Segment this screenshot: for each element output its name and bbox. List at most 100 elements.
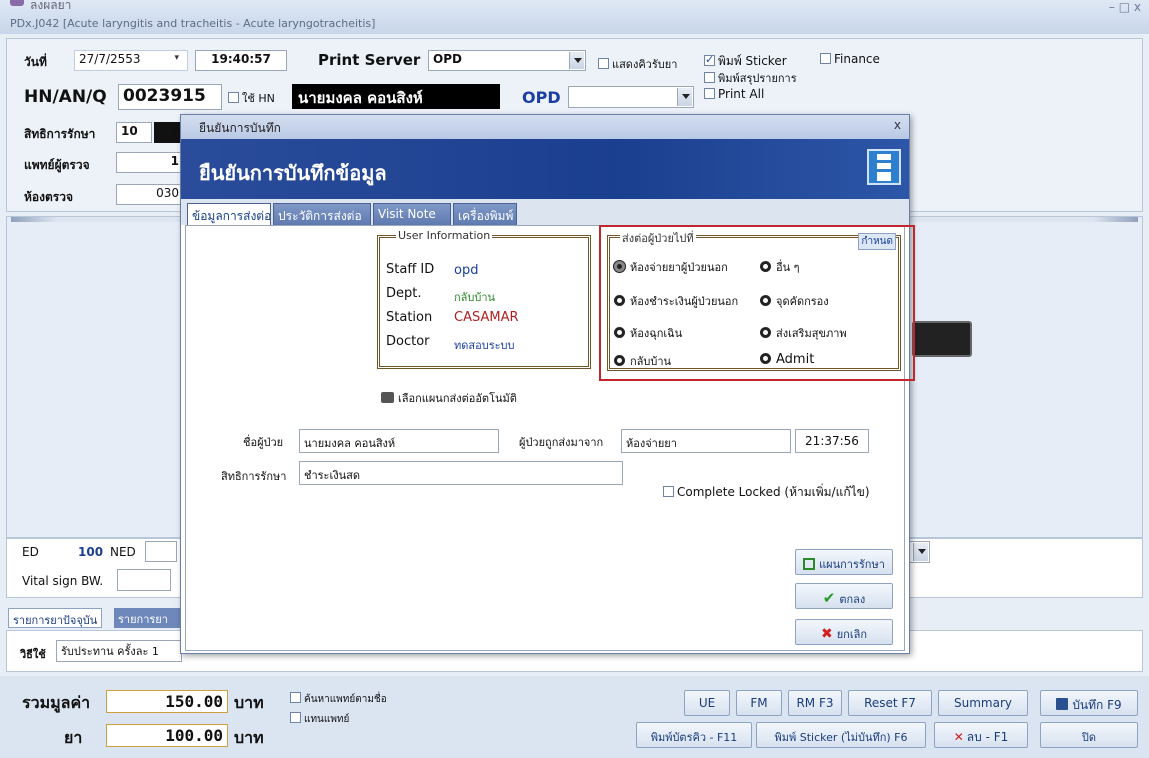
rights-label: สิทธิการรักษา [24,127,96,141]
floppy-icon [1056,698,1069,710]
tab-visit-note[interactable]: Visit Note [373,203,451,225]
tab-forward-history[interactable]: ประวัติการส่งต่อ [273,203,371,225]
forward-option-other[interactable]: อื่น ๆ [760,258,890,276]
ned-field[interactable] [145,541,177,562]
ok-button[interactable]: ✔ ตกลง [795,583,893,609]
time-field: 21:37:56 [795,429,869,453]
print-all-checkbox[interactable]: Print All [704,87,764,101]
print-summary-checkbox[interactable]: พิมพ์สรุปรายการ [704,69,797,87]
checkbox-icon [598,58,609,69]
checkbox-icon [704,72,715,83]
room-label: ห้องตรวจ [24,190,73,204]
radio-icon [760,261,771,272]
delete-f1-button[interactable]: ✕ ลบ - F1 [934,722,1028,748]
radio-icon [614,327,625,338]
checkbox-icon [820,53,831,64]
close-button[interactable]: ปิด [1040,722,1138,748]
window-title: ลงผลยา [30,0,72,12]
hn-label: HN/AN/Q [24,87,107,107]
ned-label: NED [110,545,136,559]
window-titlebar: ลงผลยา PDx.J042 [Acute laryngitis and tr… [0,0,1149,34]
print-sticker-nosave-button[interactable]: พิมพ์ Sticker (ไม่บันทึก) F6 [756,722,926,748]
red-x-icon: ✖ [820,626,833,642]
date-select[interactable]: 27/7/2553 ▾ [74,50,188,71]
station-label: Station [386,310,433,325]
dropdown-arrow-icon [913,543,928,561]
tab-printer[interactable]: เครื่องพิมพ์ [453,203,517,225]
from-label: ผู้ป่วยถูกส่งมาจาก [519,436,604,449]
forward-option-opd-pharmacy[interactable]: ห้องจ่ายยาผู้ป่วยนอก [614,258,758,276]
ue-button[interactable]: UE [684,690,730,716]
forward-option-admit[interactable]: Admit [760,352,890,367]
substitute-doctor-checkbox[interactable]: แทนแพทย์ [290,712,349,727]
rights-field[interactable]: ชำระเงินสด [299,461,623,485]
dialog-heading: ยืนยันการบันทึกข้อมูล [199,161,387,185]
checkbox-icon [704,88,715,99]
forward-option-emergency[interactable]: ห้องฉุกเฉิน [614,324,754,342]
save-f9-button[interactable]: บันทึก F9 [1040,690,1138,716]
search-doctor-checkbox[interactable]: ค้นหาแพทย์ตามชื่อ [290,692,387,707]
chevron-down-icon: ▾ [174,53,179,63]
cancel-button[interactable]: ✖ ยกเลิก [795,619,893,645]
time-field[interactable]: 19:40:57 [195,50,287,71]
define-link[interactable]: กำหนด [858,233,896,250]
background-dark-widget [912,321,972,357]
vital-sign-label: Vital sign BW. [22,574,104,588]
summary-button[interactable]: Summary [938,690,1028,716]
tab-forward-info[interactable]: ข้อมูลการส่งต่อ [187,203,271,225]
user-info-group: User Information Staff ID opd Dept. กลับ… [377,229,591,369]
print-queue-button[interactable]: พิมพ์บัตรคิว - F11 [636,722,752,748]
tab-current-drugs[interactable]: รายการยาปัจจุบัน [8,608,103,628]
dialog-header-banner: ยืนยันการบันทึกข้อมูล [181,139,909,199]
tab-drug-list[interactable]: รายการยา [114,608,184,628]
finance-checkbox[interactable]: Finance [820,52,880,66]
forward-option-opd-cashier[interactable]: ห้องชำระเงินผู้ป่วยนอก [614,292,760,310]
date-label: วันที่ [24,55,47,69]
check-icon: ✔ [822,589,836,607]
fm-button[interactable]: FM [736,690,782,716]
use-hn-checkbox[interactable]: ใช้ HN [228,89,275,107]
drug-value-field: 100.00 [106,724,228,747]
ed-label: ED [22,545,39,559]
radio-selected-icon [614,261,625,272]
window-controls[interactable]: – □ x [1109,0,1141,14]
reset-f7-button[interactable]: Reset F7 [848,690,932,716]
room-code-field[interactable]: 030 [116,184,184,205]
ed-value: 100 [78,545,104,559]
opd-label: OPD [522,88,561,107]
checkbox-icon [663,486,674,497]
print-server-label: Print Server [318,51,421,69]
usage-field[interactable]: รับประทาน ครั้งละ 1 [56,640,182,662]
background-dropdown[interactable] [908,541,930,563]
print-server-select[interactable]: OPD [428,50,586,71]
forward-option-screening[interactable]: จุดคัดกรอง [760,292,890,310]
confirm-dialog: ยืนยันการบันทึก x ยืนยันการบันทึกข้อมูล … [180,114,915,654]
treatment-plan-button[interactable]: แผนการรักษา [795,549,893,575]
radio-icon [760,327,771,338]
rm-f3-button[interactable]: RM F3 [788,690,842,716]
show-queue-checkbox[interactable]: แสดงคิวรับยา [598,55,677,73]
doctor-value: ทดสอบระบบ [454,339,515,352]
usage-label: วิธีใช้ [20,648,46,661]
rights-code-field[interactable]: 10 [116,122,152,143]
forward-option-health-promotion[interactable]: ส่งเสริมสุขภาพ [760,324,890,342]
staff-id-value: opd [454,263,479,278]
doctor-code-field[interactable]: 1 [116,152,184,173]
checkbox-icon [290,692,301,703]
rights-label: สิทธิการรักษา [221,470,287,483]
dropdown-arrow-icon [569,52,584,69]
dept-label: Dept. [386,286,422,301]
complete-locked-checkbox[interactable]: Complete Locked (ห้ามเพิ่ม/แก้ไข) [663,483,870,502]
auto-plan-checkbox[interactable]: เลือกแผนกส่งต่ออัตโนมัติ [381,389,517,407]
forward-legend: ส่งต่อผู้ป่วยไปที่ [620,229,696,247]
app-icon [10,0,24,6]
opd-select[interactable] [568,86,694,108]
patient-name-display: นายมงคล คอนสิงห์ [292,84,500,109]
hn-field[interactable]: 0023915 [118,84,222,110]
bw-field[interactable] [117,569,171,591]
checkbox-icon [290,712,301,723]
dialog-close-icon[interactable]: x [894,118,901,132]
forward-option-go-home[interactable]: กลับบ้าน [614,352,754,370]
patient-name-field[interactable]: นายมงคล คอนสิงห์ [299,429,499,453]
from-field[interactable]: ห้องจ่ายยา [621,429,791,453]
